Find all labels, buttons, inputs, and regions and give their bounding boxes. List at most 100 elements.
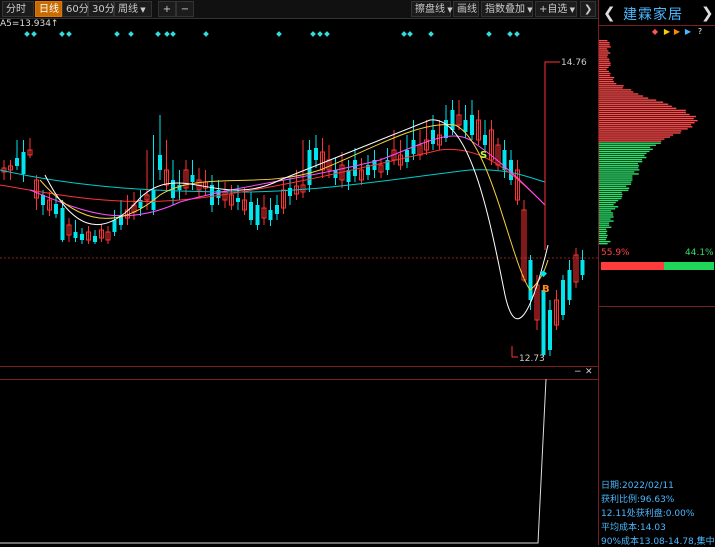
flag-blue-icon[interactable]: ▶ bbox=[684, 27, 692, 36]
sub-pane-header: − ✕ bbox=[0, 366, 598, 380]
chip-bar bbox=[599, 220, 614, 221]
close-icon[interactable]: ✕ bbox=[585, 367, 593, 378]
prev-stock-icon[interactable]: ❮ bbox=[603, 4, 616, 22]
candle-body bbox=[288, 188, 292, 196]
event-marker-dot bbox=[24, 31, 30, 37]
candle-body bbox=[191, 175, 195, 182]
chip-bar bbox=[599, 40, 607, 41]
chip-bar bbox=[599, 159, 642, 160]
tab-60min[interactable]: 60分 bbox=[62, 1, 88, 17]
zoom-in-button[interactable]: + bbox=[158, 1, 176, 17]
candle-body bbox=[561, 280, 565, 315]
low-price-pointer bbox=[512, 346, 518, 357]
candle-body bbox=[22, 152, 26, 174]
index-overlay-label: 指数叠加 bbox=[485, 4, 525, 15]
chip-bar bbox=[599, 222, 609, 223]
chip-bar bbox=[599, 218, 611, 219]
chip-bar bbox=[599, 77, 614, 78]
chip-bar bbox=[599, 99, 656, 100]
chip-bar bbox=[599, 52, 610, 53]
chip-bar bbox=[599, 233, 606, 234]
tab-rixian[interactable]: 日线 bbox=[35, 1, 62, 17]
candle-body bbox=[542, 290, 546, 355]
indicator-pane[interactable] bbox=[0, 379, 598, 545]
candle-body bbox=[158, 155, 162, 170]
candle-body bbox=[93, 236, 97, 242]
chevron-down-icon: ▼ bbox=[567, 6, 575, 14]
event-marker-dot bbox=[401, 31, 407, 37]
low-price-label: 12.73 bbox=[519, 354, 545, 364]
candle-body bbox=[269, 210, 273, 220]
zoom-out-button[interactable]: − bbox=[176, 1, 194, 17]
chip-bar bbox=[599, 42, 610, 43]
event-marker-dot bbox=[428, 31, 434, 37]
candle-body bbox=[548, 310, 552, 350]
eraser-icon[interactable]: ◆ bbox=[651, 27, 659, 36]
candle-body bbox=[347, 170, 351, 182]
candle-body bbox=[15, 158, 19, 166]
chevron-down-icon: ▼ bbox=[445, 6, 453, 14]
draw-line-button[interactable]: 画线 bbox=[453, 1, 479, 17]
chip-bar bbox=[599, 188, 629, 189]
info-average-cost: 平均成本:14.03 bbox=[601, 520, 666, 533]
chip-bar bbox=[599, 229, 606, 230]
chip-bar bbox=[599, 104, 668, 105]
candle-body bbox=[249, 202, 253, 220]
indicator-line bbox=[0, 379, 546, 543]
info-cost-90: 90%成本13.08-14.78,集中 bbox=[601, 534, 715, 547]
event-marker-dot bbox=[114, 31, 120, 37]
candlestick-chart[interactable]: 14.76 12.73 S B ◆ bbox=[0, 20, 598, 365]
candle-body bbox=[314, 148, 318, 160]
add-watchlist-label: +自选 bbox=[539, 4, 567, 15]
chip-bar bbox=[599, 237, 607, 238]
chip-bar bbox=[599, 75, 610, 76]
chip-bar bbox=[599, 65, 611, 66]
chip-bar bbox=[599, 204, 614, 205]
add-watchlist-dropdown[interactable]: +自选 ▼ bbox=[535, 1, 577, 17]
info-profit-at-price: 12.11处获利盘:0.00% bbox=[601, 506, 694, 519]
chip-bar bbox=[599, 134, 673, 135]
chip-bar bbox=[599, 89, 631, 90]
chip-bar bbox=[599, 114, 690, 115]
chip-bar bbox=[599, 93, 638, 94]
event-marker-dot bbox=[276, 31, 282, 37]
chip-bar bbox=[599, 95, 643, 96]
index-overlay-dropdown[interactable]: 指数叠加 ▼ bbox=[481, 1, 533, 17]
panel-toolbar: ◆ ▶ ▶ ▶ ? bbox=[651, 27, 715, 39]
chip-bar bbox=[599, 112, 686, 113]
woqu-dropdown[interactable]: 擦盘线 ▼ bbox=[411, 1, 451, 17]
loss-bar-segment bbox=[664, 262, 714, 270]
event-marker-dot bbox=[507, 31, 513, 37]
chip-bar bbox=[599, 118, 694, 119]
event-marker-dot bbox=[164, 31, 170, 37]
chip-bar bbox=[599, 136, 670, 137]
question-icon[interactable]: ? bbox=[696, 27, 704, 36]
chip-bar bbox=[599, 151, 649, 152]
collapse-panel-button[interactable]: ❯ bbox=[580, 1, 596, 17]
candle-body bbox=[113, 220, 117, 232]
minimize-icon[interactable]: − bbox=[574, 367, 582, 378]
chip-bar bbox=[599, 126, 692, 127]
candle-body bbox=[54, 204, 58, 214]
buy-signal-marker: B bbox=[542, 284, 550, 295]
chip-bar bbox=[599, 239, 606, 240]
chip-bar bbox=[599, 50, 608, 51]
chip-bar bbox=[599, 58, 609, 59]
chip-bar bbox=[599, 175, 632, 176]
ma60-line bbox=[0, 170, 545, 192]
current-price-arrow-icon: ◆ bbox=[540, 269, 547, 279]
candle-body bbox=[451, 110, 455, 130]
next-stock-icon[interactable]: ❯ bbox=[701, 4, 714, 22]
candle-body bbox=[41, 195, 45, 205]
tab-30min[interactable]: 30分 bbox=[88, 1, 114, 17]
event-marker-dot bbox=[324, 31, 330, 37]
chevron-down-icon: ▼ bbox=[525, 6, 533, 14]
chip-bar bbox=[599, 138, 664, 139]
candle-body bbox=[61, 208, 65, 240]
period-dropdown[interactable]: 周线 ▼ bbox=[114, 1, 152, 17]
chip-bar bbox=[599, 194, 623, 195]
chip-distribution-panel: ❮ 建霖家居 ❯ ◆ ▶ ▶ ▶ ? 55.9% 44.1% 日期:2022/0… bbox=[598, 0, 715, 545]
tab-fenshi[interactable]: 分时 bbox=[2, 1, 34, 17]
flag-yellow-icon[interactable]: ▶ bbox=[663, 27, 671, 36]
flag-orange-icon[interactable]: ▶ bbox=[673, 27, 681, 36]
